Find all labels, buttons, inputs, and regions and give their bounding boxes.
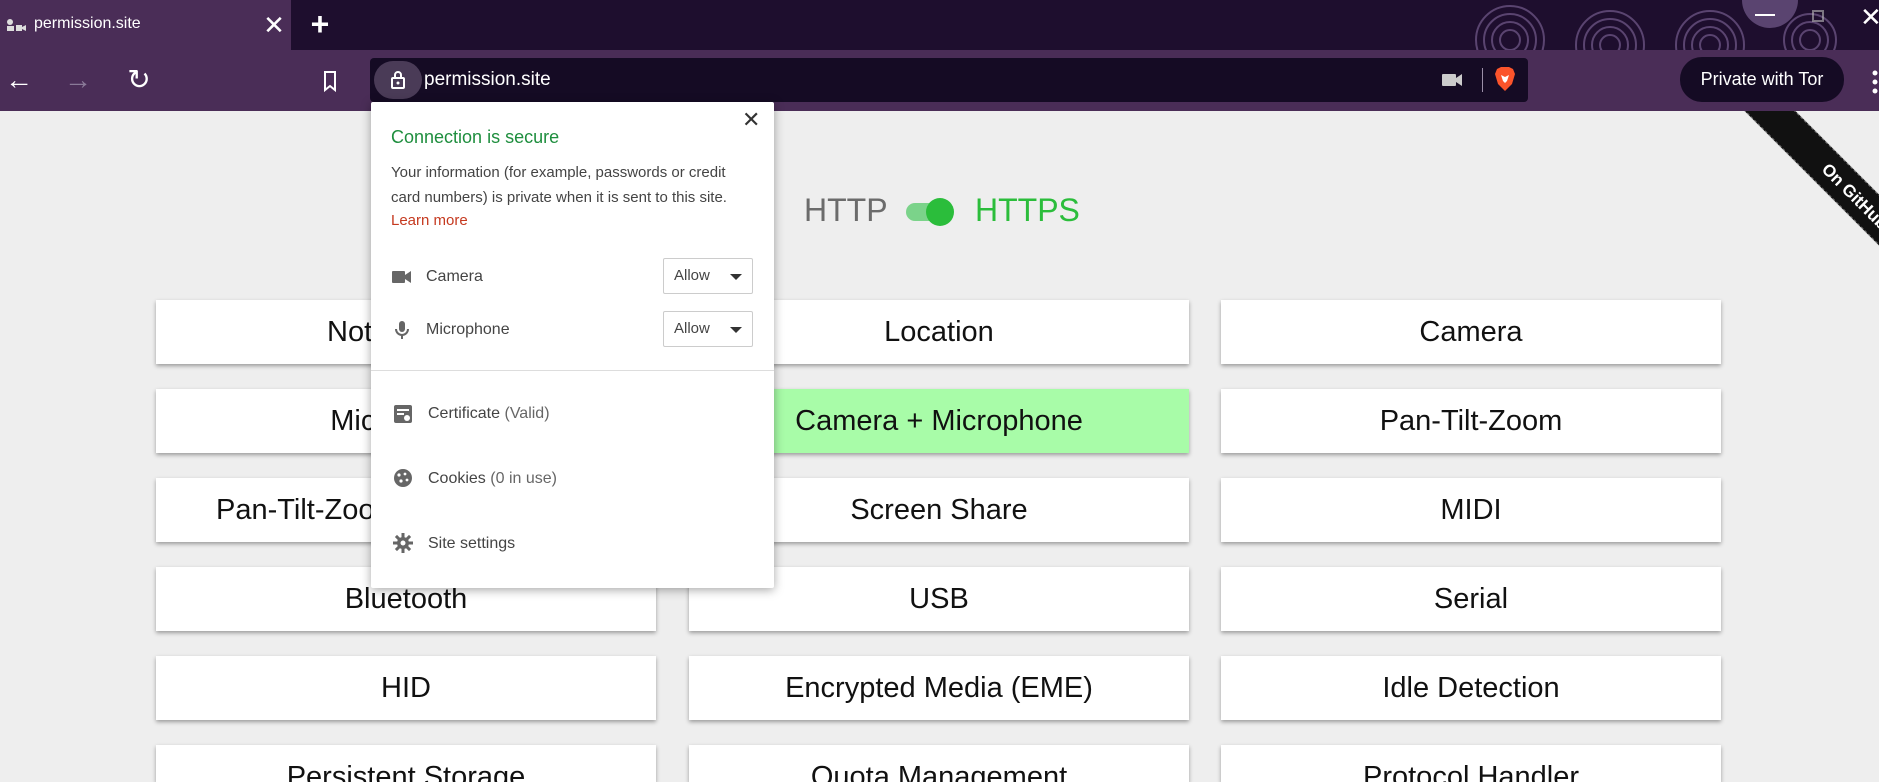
back-button[interactable]: ← (2, 63, 36, 97)
quota-management-button[interactable]: Quota Management (689, 745, 1189, 782)
tab-strip: permission.site ✕ + ✕ (0, 0, 1879, 50)
https-label[interactable]: HTTPS (975, 192, 1080, 229)
forward-button[interactable]: → (61, 63, 95, 97)
http-label[interactable]: HTTP (804, 192, 888, 229)
certificate-link[interactable]: Certificate (Valid) (428, 405, 550, 423)
tab-title: permission.site (34, 15, 141, 32)
site-settings-link[interactable]: Site settings (428, 535, 515, 553)
cookie-icon (394, 469, 412, 487)
connection-description: Your information (for example, passwords… (391, 164, 727, 206)
chevron-down-icon (730, 327, 742, 333)
protocol-handler-button[interactable]: Protocol Handler (1221, 745, 1721, 782)
camera-icon (392, 271, 411, 283)
theme-decoration (1475, 0, 1837, 50)
learn-more-link[interactable]: Learn more (391, 212, 468, 229)
serial-button[interactable]: Serial (1221, 567, 1721, 631)
github-ribbon-label[interactable]: On GitHub (1736, 111, 1879, 310)
close-window-icon[interactable]: ✕ (1860, 2, 1879, 33)
browser-tab[interactable]: permission.site ✕ (0, 0, 291, 50)
lock-icon (391, 71, 405, 89)
microphone-permission-label: Microphone (426, 321, 510, 338)
pan-tilt-zoom-button[interactable]: Pan-Tilt-Zoom (1221, 389, 1721, 453)
camera-in-use-icon[interactable] (1440, 69, 1464, 91)
cookies-link[interactable]: Cookies (0 in use) (428, 470, 557, 488)
midi-button[interactable]: MIDI (1221, 478, 1721, 542)
minimize-window-icon[interactable] (1755, 14, 1775, 18)
site-favicon-icon (7, 19, 26, 31)
popup-divider (371, 370, 774, 371)
microphone-permission-select[interactable]: Allow (663, 311, 753, 347)
url-text[interactable]: permission.site (424, 69, 551, 91)
popup-close-icon[interactable]: ✕ (742, 107, 760, 133)
hid-button[interactable]: HID (156, 656, 656, 720)
new-tab-button[interactable]: + (305, 8, 335, 40)
microphone-permission-value: Allow (674, 320, 710, 337)
certificate-status: (Valid) (504, 405, 550, 422)
address-bar-separator (1482, 68, 1483, 92)
https-toggle-knob[interactable] (926, 198, 954, 226)
maximize-window-icon[interactable] (1812, 10, 1824, 22)
persistent-storage-button[interactable]: Persistent Storage (156, 745, 656, 782)
certificate-label: Certificate (428, 405, 501, 422)
camera-permission-select[interactable]: Allow (663, 258, 753, 294)
brave-shields-icon[interactable] (1493, 66, 1517, 92)
encrypted-media-button[interactable]: Encrypted Media (EME) (689, 656, 1189, 720)
certificate-icon (394, 405, 412, 423)
tab-close-icon[interactable]: ✕ (260, 11, 288, 39)
camera-permission-label: Camera (426, 268, 483, 285)
chevron-down-icon (730, 274, 742, 280)
private-with-tor-button[interactable]: Private with Tor (1680, 57, 1844, 102)
gear-icon (393, 533, 413, 553)
github-ribbon[interactable]: On GitHub (1680, 111, 1879, 310)
cookies-label: Cookies (428, 470, 486, 487)
site-info-button[interactable] (374, 61, 422, 99)
connection-status-title: Connection is secure (391, 127, 560, 147)
cookies-status: (0 in use) (490, 470, 557, 487)
bookmark-icon[interactable] (315, 67, 345, 95)
camera-button[interactable]: Camera (1221, 300, 1721, 364)
camera-permission-value: Allow (674, 267, 710, 284)
microphone-icon (395, 321, 409, 339)
idle-detection-button[interactable]: Idle Detection (1221, 656, 1721, 720)
menu-icon[interactable] (1870, 68, 1879, 96)
reload-button[interactable]: ↻ (122, 63, 156, 97)
